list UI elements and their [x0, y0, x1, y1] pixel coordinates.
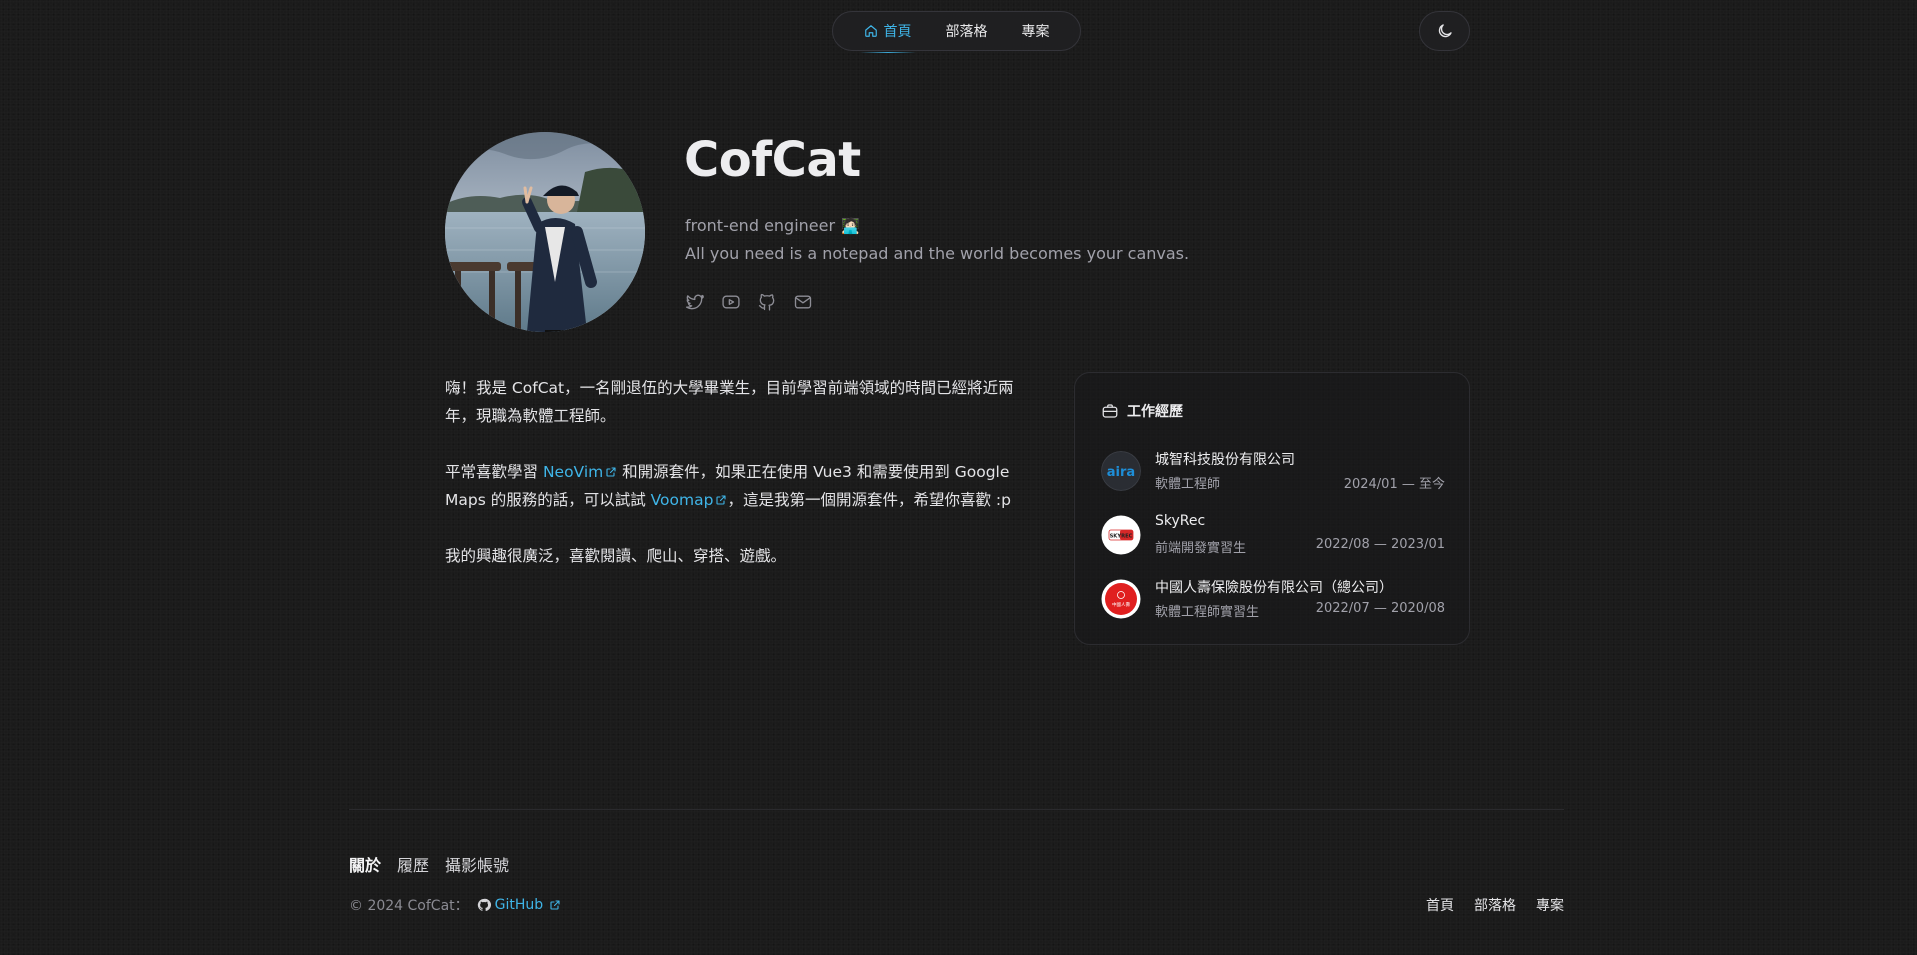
nav-item-projects[interactable]: 專案 — [1022, 21, 1050, 41]
github-icon[interactable] — [757, 292, 777, 312]
footer-nav-home[interactable]: 首頁 — [1426, 895, 1454, 915]
copyright: © 2024 CofCat： GitHub — [349, 895, 561, 915]
footer-divider — [349, 809, 1564, 810]
neovim-link[interactable]: NeoVim — [543, 463, 617, 481]
work-experience-title: 工作經歷 — [1101, 401, 1183, 421]
social-links — [685, 292, 813, 312]
job-dates: 2022/07 — 2020/08 — [1315, 601, 1445, 616]
job-role: 軟體工程師實習生 — [1155, 605, 1260, 620]
mail-icon[interactable] — [793, 292, 813, 312]
intro-paragraph: 嗨！我是 CofCat，一名剛退伍的大學畢業生，目前學習前端領域的時間已經將近兩… — [445, 379, 1014, 425]
job-item: SKYREC SkyRec 前端開發實習生 2022/08 — 2023/01 — [1101, 513, 1445, 557]
job-dates: 2022/08 — 2023/01 — [1315, 537, 1445, 552]
technologist-emoji: 🧑🏻‍💻 — [841, 216, 860, 235]
copyright-text: © 2024 CofCat： — [349, 898, 469, 914]
neovim-link-label: NeoVim — [542, 463, 604, 481]
skyrec-logo-text: SKYREC — [1110, 534, 1133, 540]
profile-name: CofCat — [684, 132, 861, 188]
github-mark-icon — [477, 898, 491, 911]
profile-tagline: All you need is a notepad and the world … — [685, 244, 1190, 263]
job-item: 中國人壽 中國人壽保險股份有限公司（總公司） 軟體工程師實習生 2022/07 … — [1101, 577, 1445, 621]
nav-item-blog[interactable]: 部落格 — [946, 21, 988, 41]
external-link-icon — [606, 467, 616, 477]
footer-link-resume[interactable]: 履歷 — [397, 852, 429, 876]
github-link-label: GitHub — [494, 897, 544, 913]
footer-link-photography[interactable]: 攝影帳號 — [445, 852, 509, 876]
intro-paragraph: 我的興趣很廣泛，喜歡閱讀、爬山、穿搭、遊戲。 — [445, 547, 787, 565]
job-dates: 2024/01 — 至今 — [1343, 477, 1445, 492]
job-company: 城智科技股份有限公司 — [1155, 452, 1295, 468]
intro-paragraph: 平常喜歡學習 NeoVim 和開源套件，如果正在使用 Vue3 和需要使用到 G… — [445, 458, 1040, 514]
footer-link-about[interactable]: 關於 — [349, 852, 381, 876]
work-experience-card: 工作經歷 aira 城智科技股份有限公司 軟體工程師 2024/01 — 至今 … — [1074, 372, 1470, 645]
nav-item-label: 首頁 — [883, 24, 912, 40]
nav-item-label: 部落格 — [945, 24, 988, 40]
top-nav: 首頁 部落格 專案 — [832, 11, 1081, 53]
intro-text: 平常喜歡學習 — [445, 463, 543, 481]
job-company: 中國人壽保險股份有限公司（總公司） — [1155, 580, 1393, 596]
briefcase-icon — [1102, 404, 1118, 418]
intro-section: 嗨！我是 CofCat，一名剛退伍的大學畢業生，目前學習前端領域的時間已經將近兩… — [445, 374, 1040, 598]
china-life-logo-text: 中國人壽 — [1112, 601, 1130, 608]
footer-links: 關於 履歷 攝影帳號 — [349, 852, 509, 876]
youtube-icon[interactable] — [721, 292, 741, 312]
nav-item-label: 專案 — [1021, 24, 1050, 40]
skyrec-logo: SKYREC — [1101, 515, 1141, 555]
avatar — [445, 132, 645, 332]
moon-icon — [1438, 24, 1452, 38]
footer-nav-blog[interactable]: 部落格 — [1474, 895, 1516, 915]
aira-logo-text: aira — [1107, 465, 1135, 480]
voomap-link-label: Voomap — [650, 491, 714, 509]
theme-toggle-button[interactable] — [1419, 11, 1470, 51]
footer-nav: 首頁 部落格 專案 — [1426, 895, 1564, 915]
github-link[interactable]: GitHub — [477, 897, 562, 913]
job-company: SkyRec — [1155, 513, 1206, 529]
china-life-logo: 中國人壽 — [1101, 579, 1141, 619]
job-role: 軟體工程師 — [1155, 477, 1221, 492]
voomap-link[interactable]: Voomap — [651, 491, 728, 509]
aira-logo: aira — [1101, 451, 1141, 491]
job-role: 前端開發實習生 — [1155, 541, 1247, 556]
profile-role: front-end engineer 🧑🏻‍💻 — [685, 216, 860, 235]
job-item: aira 城智科技股份有限公司 軟體工程師 2024/01 — 至今 — [1101, 449, 1445, 493]
twitter-icon[interactable] — [685, 292, 705, 312]
external-link-icon — [550, 900, 560, 910]
intro-text: ，這是我第一個開源套件，希望你喜歡 :p — [727, 491, 1011, 509]
profile-role-text: front-end engineer — [685, 216, 836, 235]
home-icon — [864, 25, 877, 37]
footer-nav-projects[interactable]: 專案 — [1536, 895, 1564, 915]
external-link-icon — [716, 495, 727, 505]
work-experience-label: 工作經歷 — [1127, 404, 1183, 420]
nav-item-home[interactable]: 首頁 — [859, 21, 916, 53]
